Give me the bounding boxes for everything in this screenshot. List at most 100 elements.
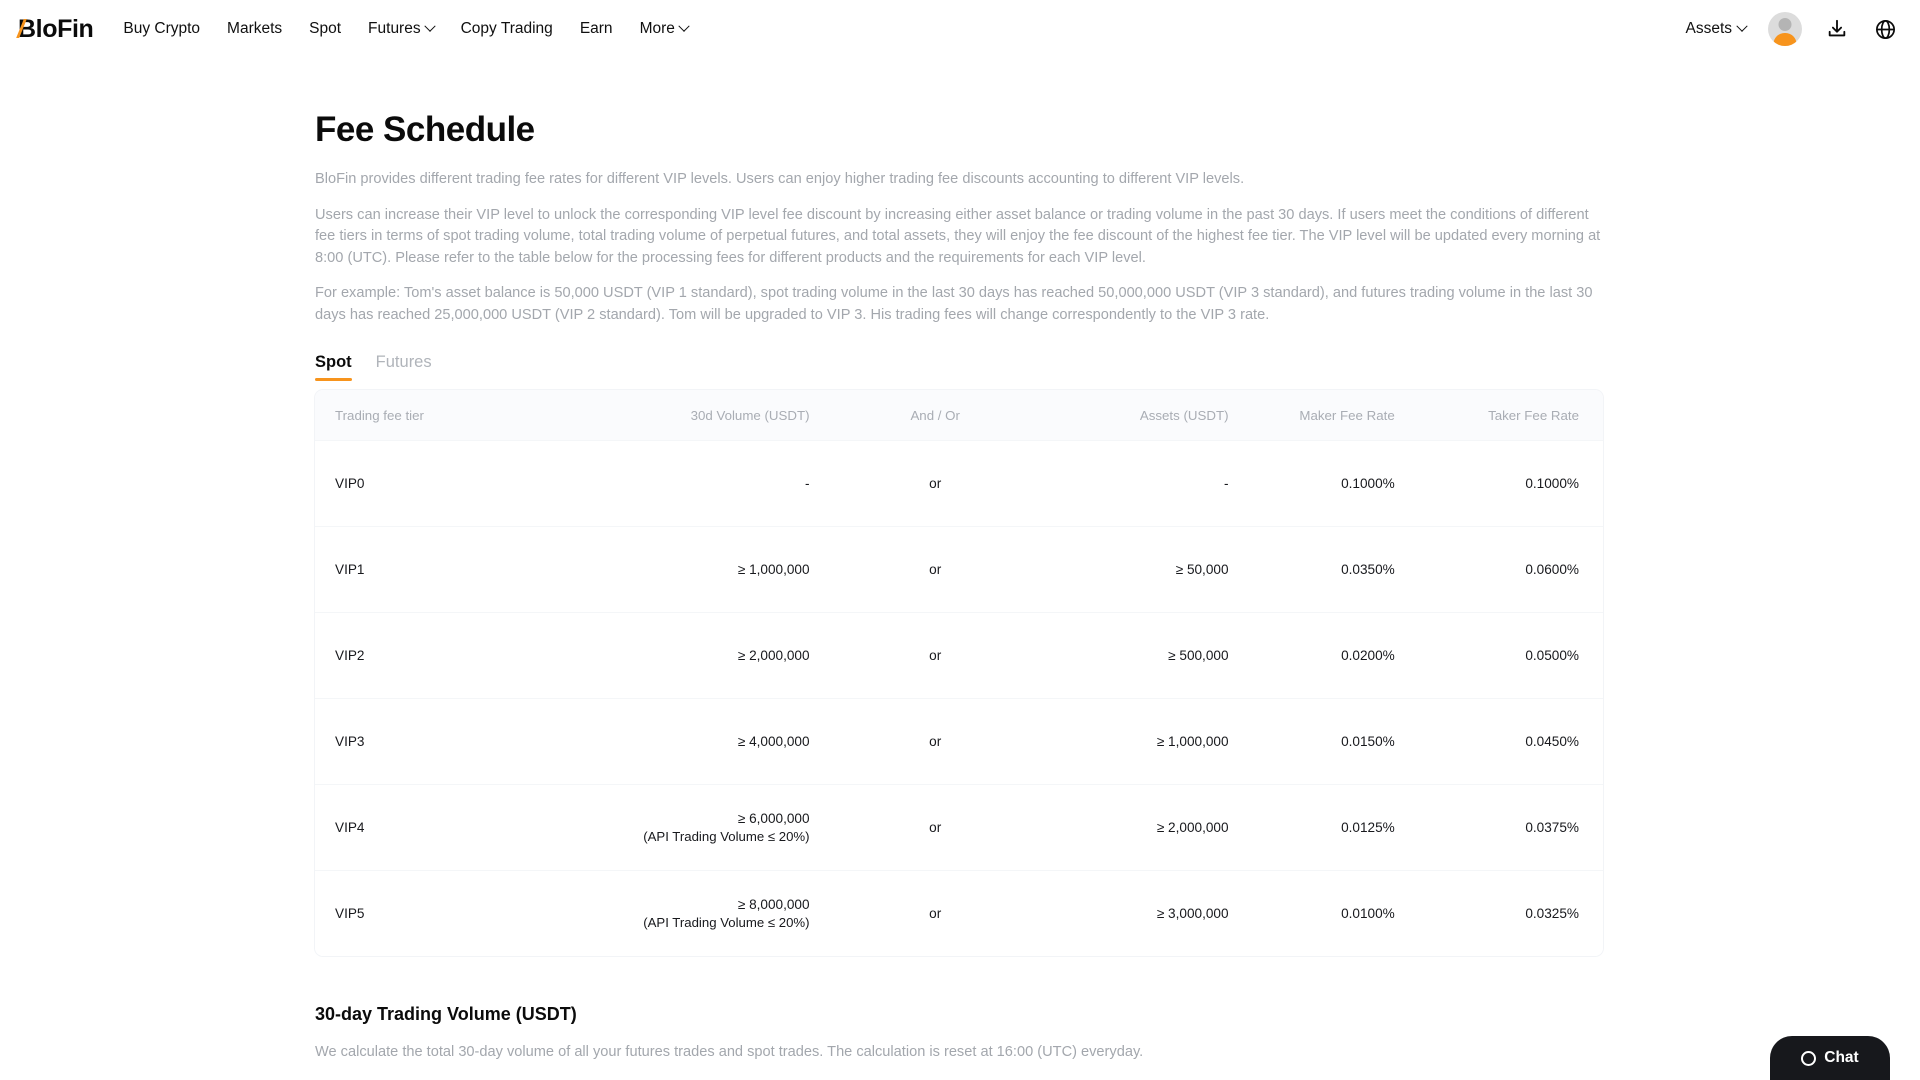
section-description-30day-volume: We calculate the total 30-day volume of … xyxy=(315,1044,1144,1060)
nav-link-futures[interactable]: Futures xyxy=(368,20,436,38)
cell-taker: 0.0500% xyxy=(1525,648,1579,663)
cell-volume-main: ≥ 8,000,000 xyxy=(737,897,810,912)
cell-taker: 0.0600% xyxy=(1525,562,1579,577)
cell-assets: ≥ 500,000 xyxy=(1168,648,1229,663)
cell-assets: ≥ 50,000 xyxy=(1175,562,1229,577)
section-title-30day-volume: 30-day Trading Volume (USDT) xyxy=(315,1004,577,1024)
nav-link-more[interactable]: More xyxy=(639,20,690,38)
intro-paragraph-1: BloFin provides different trading fee ra… xyxy=(315,171,1245,187)
nav-link-buy-crypto[interactable]: Buy Crypto xyxy=(123,20,200,38)
nav-link-label: Futures xyxy=(368,20,421,37)
fee-type-tabs: Spot Futures xyxy=(315,353,1920,381)
cell-taker: 0.0450% xyxy=(1525,734,1579,749)
download-icon[interactable] xyxy=(1824,16,1850,42)
table-row: VIP0 - or - 0.1000% 0.1000% xyxy=(315,440,1603,526)
logo-text: BloFin xyxy=(18,14,94,43)
cell-maker: 0.0100% xyxy=(1341,906,1395,921)
avatar-body-shape xyxy=(1773,33,1797,46)
cell-and-or: or xyxy=(929,734,942,749)
column-header-30d-volume: 30d Volume (USDT) xyxy=(690,407,810,423)
table-row: VIP1 ≥ 1,000,000 or ≥ 50,000 0.0350% 0.0… xyxy=(315,526,1603,612)
assets-menu-button[interactable]: Assets xyxy=(1685,20,1748,38)
avatar-head-shape xyxy=(1778,18,1792,31)
assets-label: Assets xyxy=(1685,20,1732,37)
chat-button[interactable]: Chat xyxy=(1770,1036,1890,1080)
chevron-down-icon xyxy=(1736,20,1748,32)
cell-maker: 0.1000% xyxy=(1341,476,1395,491)
cell-assets: - xyxy=(1224,476,1229,491)
cell-maker: 0.0125% xyxy=(1341,820,1395,835)
page-content: Fee Schedule BloFin provides different t… xyxy=(0,110,1920,1063)
cell-volume: ≥ 8,000,000 (API Trading Volume ≤ 20%) xyxy=(543,897,830,930)
cell-volume: ≥ 1,000,000 xyxy=(543,562,830,577)
nav-link-label: More xyxy=(639,20,675,37)
cell-assets: ≥ 1,000,000 xyxy=(1156,734,1229,749)
chat-circle-icon xyxy=(1801,1050,1817,1066)
cell-tier: VIP5 xyxy=(335,906,365,921)
cell-volume: ≥ 2,000,000 xyxy=(543,648,830,663)
nav-link-label: Markets xyxy=(227,20,283,37)
blofin-logo[interactable]: BloFin xyxy=(16,13,94,46)
avatar[interactable] xyxy=(1768,12,1802,46)
cell-volume-note: (API Trading Volume ≤ 20%) xyxy=(643,829,810,844)
cell-maker: 0.0200% xyxy=(1341,648,1395,663)
table-row: VIP3 ≥ 4,000,000 or ≥ 1,000,000 0.0150% … xyxy=(315,698,1603,784)
nav-links: Buy Crypto Markets Spot Futures Copy Tra… xyxy=(123,20,690,38)
nav-link-label: Earn xyxy=(579,20,613,37)
navbar-right-group: Assets xyxy=(1685,12,1898,46)
table-row: VIP2 ≥ 2,000,000 or ≥ 500,000 0.0200% 0.… xyxy=(315,612,1603,698)
nav-link-earn[interactable]: Earn xyxy=(580,20,613,38)
nav-link-spot[interactable]: Spot xyxy=(309,20,341,38)
cell-assets: ≥ 3,000,000 xyxy=(1156,906,1229,921)
cell-volume-main: ≥ 1,000,000 xyxy=(737,562,810,577)
cell-volume-main: - xyxy=(805,476,810,491)
chevron-down-icon xyxy=(423,20,436,32)
table-row: VIP4 ≥ 6,000,000 (API Trading Volume ≤ 2… xyxy=(315,784,1603,870)
cell-volume-main: ≥ 2,000,000 xyxy=(737,648,810,663)
cell-maker: 0.0350% xyxy=(1341,562,1395,577)
cell-tier: VIP3 xyxy=(335,734,365,749)
fee-schedule-table: Trading fee tier 30d Volume (USDT) And /… xyxy=(315,390,1603,956)
cell-volume-main: ≥ 6,000,000 xyxy=(737,811,810,826)
cell-tier: VIP4 xyxy=(335,820,365,835)
cell-volume: ≥ 6,000,000 (API Trading Volume ≤ 20%) xyxy=(543,811,830,844)
tab-label: Futures xyxy=(375,353,432,371)
table-header-row: Trading fee tier 30d Volume (USDT) And /… xyxy=(315,390,1603,440)
cell-tier: VIP1 xyxy=(335,562,365,577)
table-row: VIP5 ≥ 8,000,000 (API Trading Volume ≤ 2… xyxy=(315,870,1603,956)
column-header-trading-fee-tier: Trading fee tier xyxy=(335,407,424,423)
cell-tier: VIP2 xyxy=(335,648,365,663)
cell-taker: 0.1000% xyxy=(1525,476,1579,491)
page-title: Fee Schedule xyxy=(315,110,535,149)
cell-taker: 0.0375% xyxy=(1525,820,1579,835)
nav-link-copy-trading[interactable]: Copy Trading xyxy=(461,20,553,38)
globe-icon[interactable] xyxy=(1872,16,1898,42)
intro-paragraph-2: Users can increase their VIP level to un… xyxy=(315,206,1601,266)
nav-link-label: Copy Trading xyxy=(460,20,553,37)
column-header-maker-fee-rate: Maker Fee Rate xyxy=(1299,407,1395,423)
chat-label: Chat xyxy=(1824,1049,1859,1066)
cell-maker: 0.0150% xyxy=(1341,734,1395,749)
cell-and-or: or xyxy=(929,906,942,921)
tab-spot[interactable]: Spot xyxy=(315,353,352,381)
tab-label: Spot xyxy=(315,353,352,371)
tab-futures[interactable]: Futures xyxy=(376,353,432,381)
nav-link-label: Spot xyxy=(309,20,342,37)
cell-assets: ≥ 2,000,000 xyxy=(1156,820,1229,835)
cell-taker: 0.0325% xyxy=(1525,906,1579,921)
cell-and-or: or xyxy=(929,648,942,663)
intro-paragraph-3: For example: Tom's asset balance is 50,0… xyxy=(315,285,1593,323)
cell-volume: ≥ 4,000,000 xyxy=(543,734,830,749)
nav-link-label: Buy Crypto xyxy=(123,20,201,37)
column-header-assets: Assets (USDT) xyxy=(1139,407,1229,423)
column-header-and-or: And / Or xyxy=(910,407,960,423)
top-navbar: BloFin Buy Crypto Markets Spot Futures C… xyxy=(0,0,1920,58)
cell-volume-note: (API Trading Volume ≤ 20%) xyxy=(643,915,810,930)
nav-link-markets[interactable]: Markets xyxy=(227,20,282,38)
cell-and-or: or xyxy=(929,562,942,577)
cell-tier: VIP0 xyxy=(335,476,365,491)
cell-volume: - xyxy=(543,476,830,491)
cell-and-or: or xyxy=(929,820,942,835)
cell-and-or: or xyxy=(929,476,942,491)
cell-volume-main: ≥ 4,000,000 xyxy=(737,734,810,749)
